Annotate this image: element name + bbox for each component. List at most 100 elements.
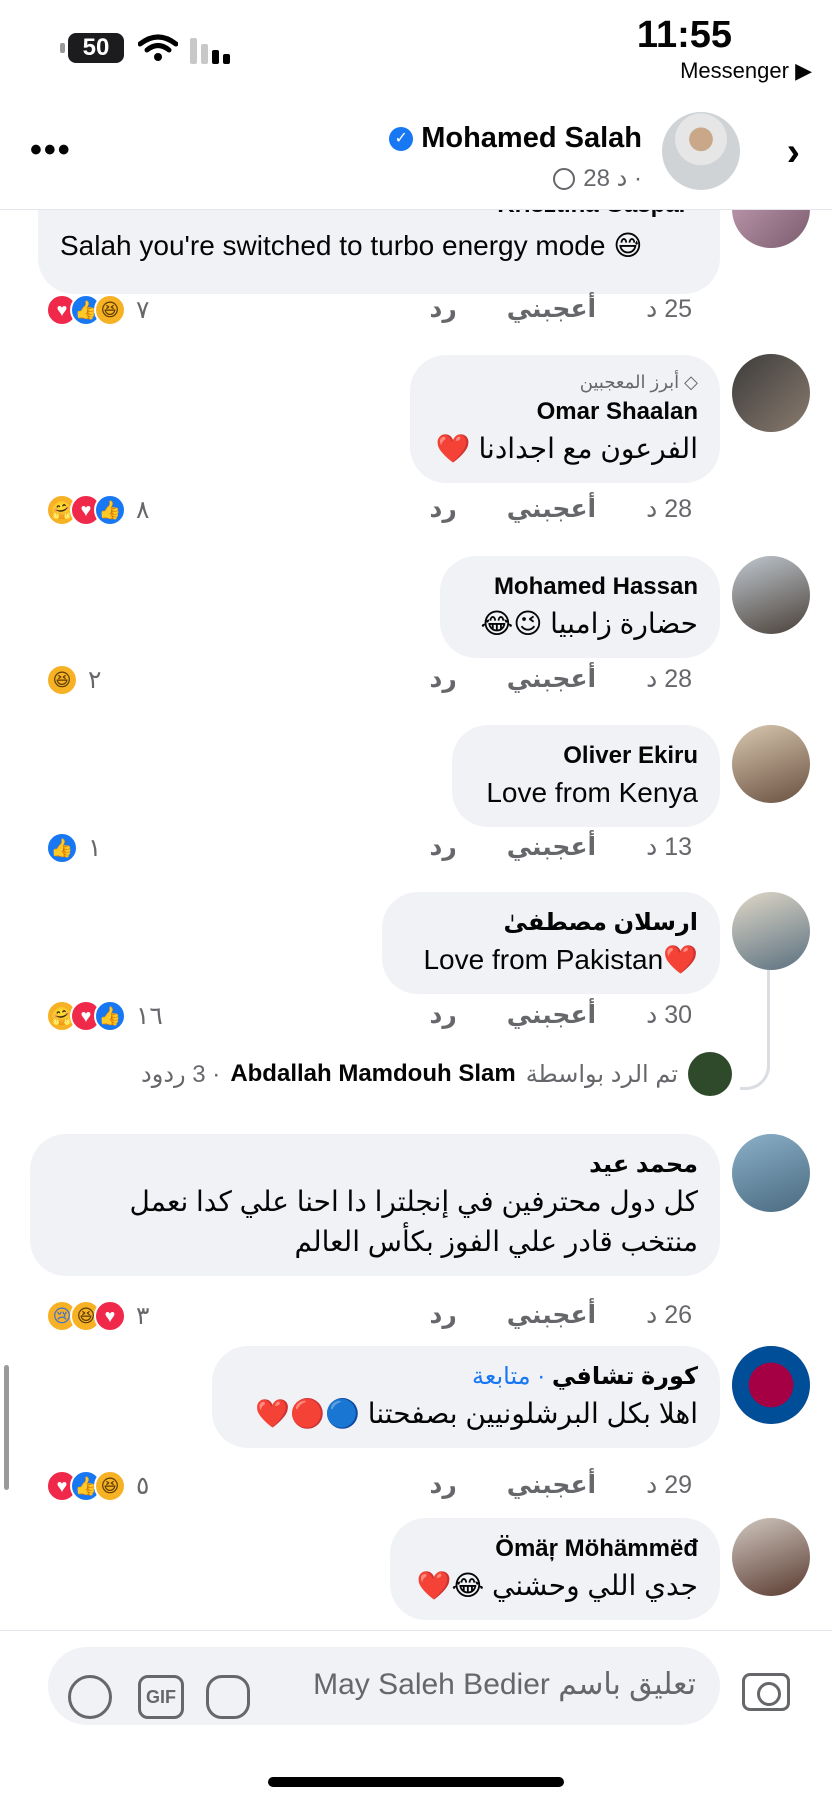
like-icon: 👍 <box>46 832 78 864</box>
follow-button[interactable]: · متابعة <box>472 1363 545 1390</box>
post-time: 28 د · <box>583 165 642 192</box>
commenter-name: Ömäŗ Möhämmëđ <box>495 1535 698 1562</box>
commenter-name-row: كورة تشافي · متابعة <box>234 1360 698 1394</box>
comment-text: جدي اللي وحشني 😂❤️ <box>416 1570 698 1601</box>
chevron-right-icon[interactable]: › <box>787 130 800 175</box>
reply-button[interactable]: رد <box>429 1470 456 1500</box>
sticker-icon[interactable] <box>206 1675 250 1719</box>
like-button[interactable]: أعجبني <box>507 1470 596 1500</box>
reactions[interactable]: 😆 ٢ <box>46 664 101 696</box>
diamond-icon: ◇ <box>679 372 698 392</box>
haha-icon: 😆 <box>46 664 78 696</box>
comment-bubble[interactable]: Krisztina Gaspar Salah you're switched t… <box>38 210 720 294</box>
like-button[interactable]: أعجبني <box>507 1300 596 1330</box>
comment-bubble[interactable]: كورة تشافي · متابعة اهلا بكل البرشلونيين… <box>212 1346 720 1448</box>
post-header: ••• ✓ Mohamed Salah 28 د · › <box>0 100 832 210</box>
comment-actions: 30 د أعجبني رد <box>429 1000 692 1030</box>
home-indicator[interactable] <box>268 1777 564 1787</box>
reply-button[interactable]: رد <box>429 1000 456 1030</box>
like-button[interactable]: أعجبني <box>507 1000 596 1030</box>
like-button[interactable]: أعجبني <box>507 494 596 524</box>
reply-button[interactable]: رد <box>429 294 456 324</box>
reactions[interactable]: ♥ 👍 😆 ٧ <box>46 294 149 326</box>
more-options-icon[interactable]: ••• <box>30 133 72 167</box>
view-replies[interactable]: تم الرد بواسطة Abdallah Mamdouh Slam · 3… <box>141 1052 732 1096</box>
emoji-icon[interactable] <box>68 1675 112 1719</box>
like-icon: 👍 <box>94 494 126 526</box>
author-name-text: Mohamed Salah <box>421 122 642 154</box>
haha-icon: 😆 <box>94 294 126 326</box>
commenter-avatar[interactable] <box>732 725 810 803</box>
author-name[interactable]: ✓ Mohamed Salah <box>389 122 642 155</box>
clock: 11:55 <box>636 14 732 56</box>
commenter-name: محمد عيد <box>589 1151 698 1178</box>
commenter-avatar[interactable] <box>732 1134 810 1212</box>
gif-icon[interactable]: GIF <box>138 1675 184 1719</box>
comment-bubble[interactable]: Oliver Ekiru Love from Kenya <box>452 725 720 827</box>
comment-time: 26 د <box>646 1301 692 1329</box>
reply-button[interactable]: رد <box>429 832 456 862</box>
reactions[interactable]: 🤗 ♥ 👍 ١٦ <box>46 1000 163 1032</box>
replier-avatar <box>688 1052 732 1096</box>
commenter-name: Krisztina Gaspar <box>60 210 688 222</box>
comment-text: كل دول محترفين في إنجلترا دا احنا علي كد… <box>129 1186 698 1257</box>
reaction-count: ٣ <box>136 1302 150 1330</box>
comment-time: 30 د <box>646 1001 692 1029</box>
commenter-avatar[interactable] <box>732 1346 810 1424</box>
comment-text: Love from Kenya <box>486 777 698 808</box>
reactions[interactable]: 👍 ١ <box>46 832 101 864</box>
commenter-avatar[interactable] <box>732 354 810 432</box>
reaction-count: ٧ <box>136 296 150 324</box>
commenter-avatar[interactable] <box>732 1518 810 1596</box>
reply-button[interactable]: رد <box>429 494 456 524</box>
reaction-count: ٥ <box>136 1472 150 1500</box>
back-to-app[interactable]: Messenger ▶ <box>680 58 812 84</box>
comment-actions: 13 د أعجبني رد <box>429 832 692 862</box>
comments-list: Krisztina Gaspar Salah you're switched t… <box>0 210 832 1630</box>
comment-bubble[interactable]: ارسلان مصطفیٰ Love from Pakistan❤️ <box>382 892 720 994</box>
commenter-avatar[interactable] <box>732 210 810 248</box>
like-button[interactable]: أعجبني <box>507 294 596 324</box>
like-button[interactable]: أعجبني <box>507 832 596 862</box>
camera-icon[interactable] <box>742 1673 790 1711</box>
comment-bubble[interactable]: محمد عيد كل دول محترفين في إنجلترا دا اح… <box>30 1134 720 1276</box>
reaction-count: ١٦ <box>136 1002 163 1030</box>
badge-label: أبرز المعجبين <box>579 372 680 392</box>
comment-text: اهلا بكل البرشلونيين بصفحتنا 🔵🔴❤️ <box>255 1398 698 1429</box>
commenter-name: Oliver Ekiru <box>563 742 698 769</box>
comment-text: الفرعون مع اجدادنا ❤️ <box>435 433 698 464</box>
comment-input[interactable]: GIF تعليق باسم May Saleh Bedier <box>48 1647 720 1725</box>
comment-text: Salah you're switched to turbo energy mo… <box>60 230 643 261</box>
globe-icon <box>553 167 576 190</box>
commenter-avatar[interactable] <box>732 556 810 634</box>
comment-bubble[interactable]: Ömäŗ Möhämmëđ جدي اللي وحشني 😂❤️ <box>390 1518 720 1620</box>
commenter-avatar[interactable] <box>732 892 810 970</box>
replied-by-name: Abdallah Mamdouh Slam <box>230 1060 516 1087</box>
reactions[interactable]: 🤗 ♥ 👍 ٨ <box>46 494 149 526</box>
reactions[interactable]: ♥ 👍 😆 ٥ <box>46 1470 149 1502</box>
comment-actions: 25 د أعجبني رد <box>429 294 692 324</box>
haha-icon: 😆 <box>94 1470 126 1502</box>
author-avatar[interactable] <box>662 112 740 190</box>
reply-button[interactable]: رد <box>429 1300 456 1330</box>
play-icon: ▶ <box>795 58 812 83</box>
like-button[interactable]: أعجبني <box>507 664 596 694</box>
top-fan-badge: ◇ أبرز المعجبين <box>432 369 698 395</box>
commenter-name: كورة تشافي <box>551 1363 698 1390</box>
comment-bubble[interactable]: ◇ أبرز المعجبين Omar Shaalan الفرعون مع … <box>410 355 720 483</box>
battery-tip <box>60 43 65 53</box>
comment-actions: 26 د أعجبني رد <box>429 1300 692 1330</box>
reactions[interactable]: 😢 😆 ♥ ٣ <box>46 1300 149 1332</box>
scrollbar[interactable] <box>4 1365 9 1490</box>
verified-icon: ✓ <box>389 126 414 151</box>
status-bar: 50 11:55 Messenger ▶ <box>0 0 832 90</box>
back-app-label: Messenger <box>680 58 789 83</box>
comment-actions: 28 د أعجبني رد <box>429 494 692 524</box>
reaction-count: ٨ <box>136 496 150 524</box>
comment-text: Love from Pakistan❤️ <box>423 944 698 975</box>
reply-button[interactable]: رد <box>429 664 456 694</box>
comment-input-placeholder: تعليق باسم May Saleh Bedier <box>313 1668 696 1701</box>
wifi-icon <box>138 34 178 61</box>
reaction-count: ٢ <box>88 666 102 694</box>
comment-bubble[interactable]: Mohamed Hassan حضارة زامبيا 😉😂 <box>440 556 720 658</box>
